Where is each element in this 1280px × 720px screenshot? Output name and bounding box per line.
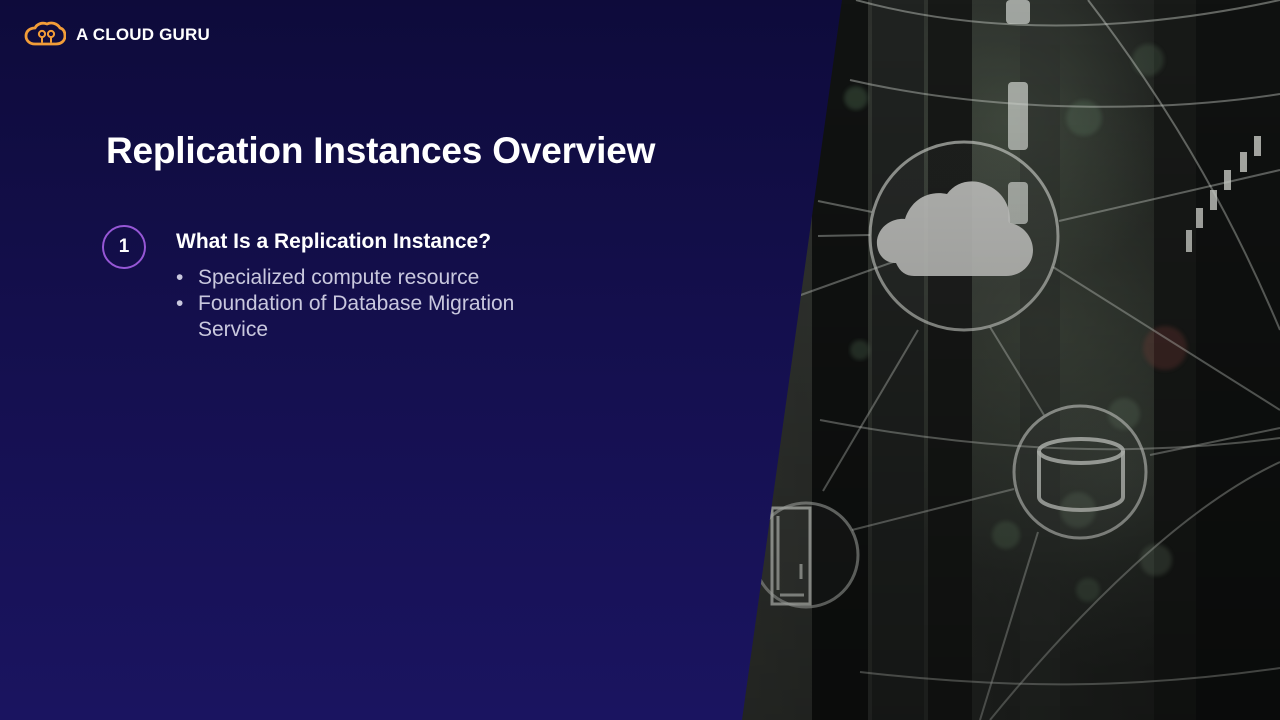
bullet-text: Foundation of Database Migration Service bbox=[198, 292, 515, 341]
slide: A CLOUD GURU Replication Instances Overv… bbox=[0, 0, 1280, 720]
bullet-list: • Specialized compute resource • Foundat… bbox=[176, 265, 576, 343]
bullet-text: Specialized compute resource bbox=[198, 266, 480, 289]
section-heading: What Is a Replication Instance? bbox=[176, 230, 492, 253]
brand-name: A CLOUD GURU bbox=[76, 25, 210, 44]
cloud-logo-icon bbox=[24, 21, 66, 46]
bullet-item-compute-resource: • Specialized compute resource bbox=[176, 265, 576, 291]
section-number-badge: 1 bbox=[102, 225, 146, 269]
bullet-item-dms-foundation: • Foundation of Database Migration Servi… bbox=[176, 291, 576, 343]
bullet-icon: • bbox=[176, 292, 184, 315]
brand-logo: A CLOUD GURU bbox=[24, 21, 210, 49]
slide-title: Replication Instances Overview bbox=[106, 130, 656, 171]
bullet-icon: • bbox=[176, 266, 184, 289]
